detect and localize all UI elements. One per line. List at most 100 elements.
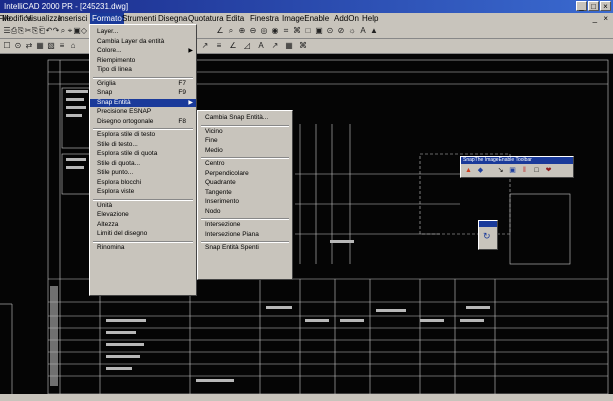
- close-button[interactable]: ×: [600, 1, 611, 11]
- view-tool-icon[interactable]: ⊕: [237, 26, 247, 36]
- snap-menu-item[interactable]: Fine: [198, 137, 292, 145]
- snap-menu-item[interactable]: Inserimento: [198, 198, 292, 206]
- menu-imageenable[interactable]: ImageEnable: [282, 13, 329, 24]
- view-tool-icon[interactable]: ⊙: [325, 26, 335, 36]
- formato-menu-item[interactable]: Cambia Layer da entità: [90, 38, 196, 46]
- snap-menu-item[interactable]: Centro: [198, 160, 292, 168]
- snap-menu-item[interactable]: Medio: [198, 147, 292, 155]
- menu-visualizza[interactable]: Visualizza: [26, 13, 62, 24]
- snap-menu-item[interactable]: Quadrante: [198, 179, 292, 187]
- standard-tool-icon[interactable]: ◇: [79, 26, 89, 36]
- small-floating-toolbar[interactable]: ↻: [478, 220, 498, 250]
- formato-menu-item[interactable]: Stile di quota...: [90, 160, 196, 168]
- view-tool-icon[interactable]: A: [358, 26, 368, 36]
- formato-menu-item[interactable]: Stile punto...: [90, 169, 196, 177]
- snap-menu-item[interactable]: Tangente: [198, 189, 292, 197]
- menu-help[interactable]: Help: [362, 13, 378, 24]
- formato-menu-item[interactable]: Esplora stile di quota: [90, 150, 196, 158]
- formato-menu-item[interactable]: Griglia F7: [90, 80, 196, 88]
- menu-formato[interactable]: Formato: [90, 13, 124, 24]
- view-tool-icon[interactable]: □: [303, 26, 313, 36]
- draw-tool-icon[interactable]: ≡: [57, 41, 67, 51]
- modify-tool-icon[interactable]: ↗: [200, 41, 210, 51]
- menu-disegna[interactable]: Disegna: [158, 13, 187, 24]
- minimize-button[interactable]: _: [576, 1, 587, 11]
- formato-menu-item[interactable]: Esplora blocchi: [90, 179, 196, 187]
- tool-icon-3[interactable]: ↘: [496, 166, 505, 175]
- formato-menu-item[interactable]: Rinomina: [90, 244, 196, 252]
- snap-menu-item[interactable]: Perpendicolare: [198, 170, 292, 178]
- formato-menu-item[interactable]: Snap F9: [90, 89, 196, 97]
- formato-menu-item[interactable]: Precisione ESNAP: [90, 108, 196, 116]
- draw-tool-icon[interactable]: ▧: [46, 41, 56, 51]
- view-tool-icon[interactable]: ◉: [270, 26, 280, 36]
- formato-menu-item[interactable]: Stile di testo...: [90, 141, 196, 149]
- snap-menu-item[interactable]: Intersezione Piana: [198, 231, 292, 239]
- menu-item-label: Snap Entità: [97, 98, 131, 106]
- formato-menu-item[interactable]: Layer...: [90, 28, 196, 36]
- menu-edita[interactable]: Edita: [226, 13, 244, 24]
- draw-tool-icon[interactable]: ⊙: [13, 41, 23, 51]
- view-tool-icon[interactable]: ⌘: [292, 26, 302, 36]
- formato-menu-item[interactable]: Snap Entità ▶: [90, 98, 196, 107]
- modify-tool-icon[interactable]: ↗: [270, 41, 280, 51]
- menu-item-label: Perpendicolare: [205, 169, 249, 177]
- menu-item-label: Cambia Snap Entità...: [205, 114, 269, 121]
- snap-menu-item[interactable]: Cambia Snap Entità...: [198, 114, 292, 122]
- draw-tool-icon[interactable]: ▦: [35, 41, 45, 51]
- draw-tool-icon[interactable]: ☐: [2, 41, 12, 51]
- view-tool-icon[interactable]: ▲: [369, 26, 379, 36]
- menu-item-shortcut: F7: [178, 79, 186, 87]
- tool-icon-5[interactable]: ‖: [520, 166, 529, 175]
- menu-item-label: Inserimento: [205, 198, 239, 205]
- view-tool-icon[interactable]: ▣: [314, 26, 324, 36]
- tool-icon-6[interactable]: □: [532, 166, 541, 175]
- menu-addon[interactable]: AddOn: [334, 13, 359, 24]
- modify-tool-icon[interactable]: A: [256, 41, 266, 51]
- view-tool-icon[interactable]: ∠: [215, 26, 225, 36]
- snap-menu-item[interactable]: Nodo: [198, 208, 292, 216]
- menu-inserisci[interactable]: Inserisci: [58, 13, 87, 24]
- tool-icon-4[interactable]: ▣: [508, 166, 517, 175]
- formato-menu-item[interactable]: Esplora viste: [90, 188, 196, 196]
- rotate-icon[interactable]: ↻: [483, 231, 491, 242]
- maximize-button[interactable]: □: [588, 1, 599, 11]
- menu-strumenti[interactable]: Strumenti: [122, 13, 156, 24]
- view-tool-icon[interactable]: ☼: [347, 26, 357, 36]
- window-title: IntelliCAD 2000 PR - [245231.dwg]: [4, 2, 129, 11]
- view-tool-icon[interactable]: ⊘: [336, 26, 346, 36]
- view-tool-icon[interactable]: ◎: [259, 26, 269, 36]
- formato-menu-item[interactable]: Disegno ortogonale F8: [90, 118, 196, 126]
- menu-quotatura[interactable]: Quotatura: [188, 13, 224, 24]
- tool-icon-7[interactable]: ❤: [544, 166, 553, 175]
- tool-icon-1[interactable]: ▲: [464, 166, 473, 175]
- menu-finestra[interactable]: Finestra: [250, 13, 279, 24]
- view-tool-icon[interactable]: ⌗: [281, 26, 291, 36]
- view-tool-icon[interactable]: ⌕: [226, 26, 236, 36]
- formato-menu-item[interactable]: Unità: [90, 202, 196, 210]
- formato-menu-item[interactable]: Altezza: [90, 221, 196, 229]
- modify-tool-icon[interactable]: ▦: [284, 41, 294, 51]
- formato-menu-item[interactable]: Tipo di linea: [90, 66, 196, 74]
- draw-tool-icon[interactable]: ⌂: [68, 41, 78, 51]
- tool-icon-2[interactable]: ◆: [476, 166, 485, 175]
- formato-menu-item[interactable]: Limiti del disegno: [90, 230, 196, 238]
- modify-tool-icon[interactable]: ◿: [242, 41, 252, 51]
- draw-tool-icon[interactable]: ⇄: [24, 41, 34, 51]
- formato-menu-item[interactable]: Elevazione: [90, 211, 196, 219]
- imageenable-toolbar[interactable]: SnapThe ImageEnable Toolbar ▲ ◆ ↘ ▣ ‖ □ …: [460, 156, 574, 178]
- formato-menu-item[interactable]: Colore... ▶: [90, 47, 196, 55]
- menu-item-label: Intersezione: [205, 221, 241, 228]
- formato-menu-item[interactable]: Riempimento: [90, 57, 196, 65]
- menu-bar: File Modifica Visualizza Inserisci Forma…: [0, 13, 613, 24]
- menu-separator: [201, 124, 289, 127]
- modify-tool-icon[interactable]: ≡: [214, 41, 224, 51]
- modify-tool-icon[interactable]: ∠: [228, 41, 238, 51]
- view-tool-icon[interactable]: ⊖: [248, 26, 258, 36]
- snap-menu-item[interactable]: Intersezione: [198, 221, 292, 229]
- modify-tool-icon[interactable]: ⌘: [298, 41, 308, 51]
- formato-menu-item[interactable]: Esplora stile di testo: [90, 131, 196, 139]
- mdi-controls[interactable]: _ ×: [593, 13, 610, 24]
- snap-menu-item[interactable]: Snap Entità Spenti: [198, 244, 292, 252]
- snap-menu-item[interactable]: Vicino: [198, 128, 292, 136]
